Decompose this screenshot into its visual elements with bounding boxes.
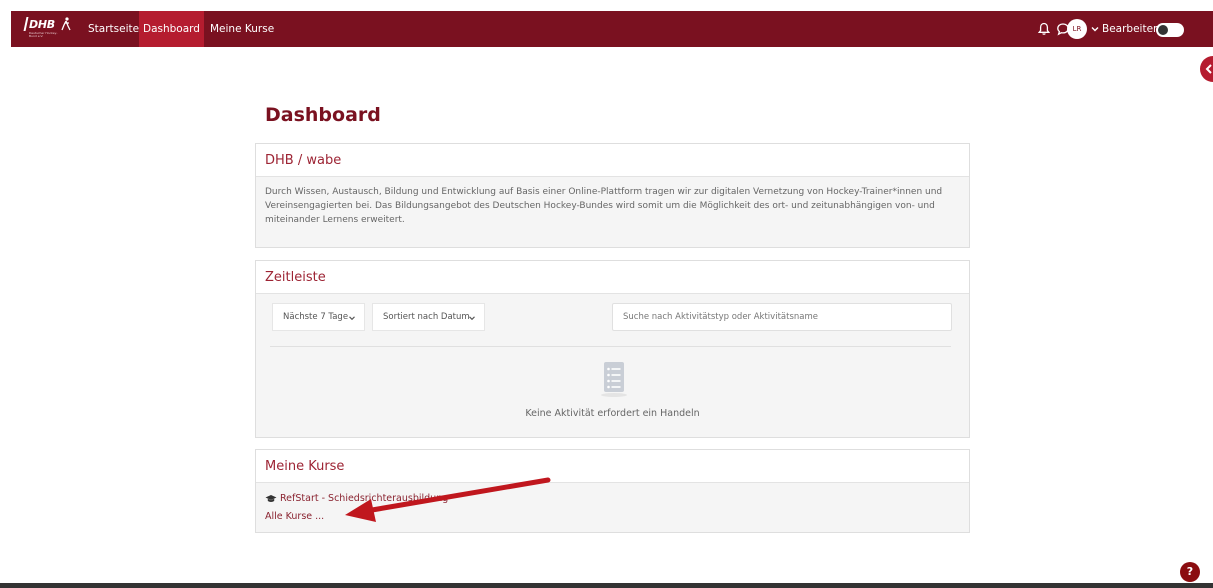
help-button[interactable]: ?	[1180, 562, 1200, 582]
annotation-arrow	[345, 477, 551, 522]
footer-bar	[0, 583, 1213, 588]
